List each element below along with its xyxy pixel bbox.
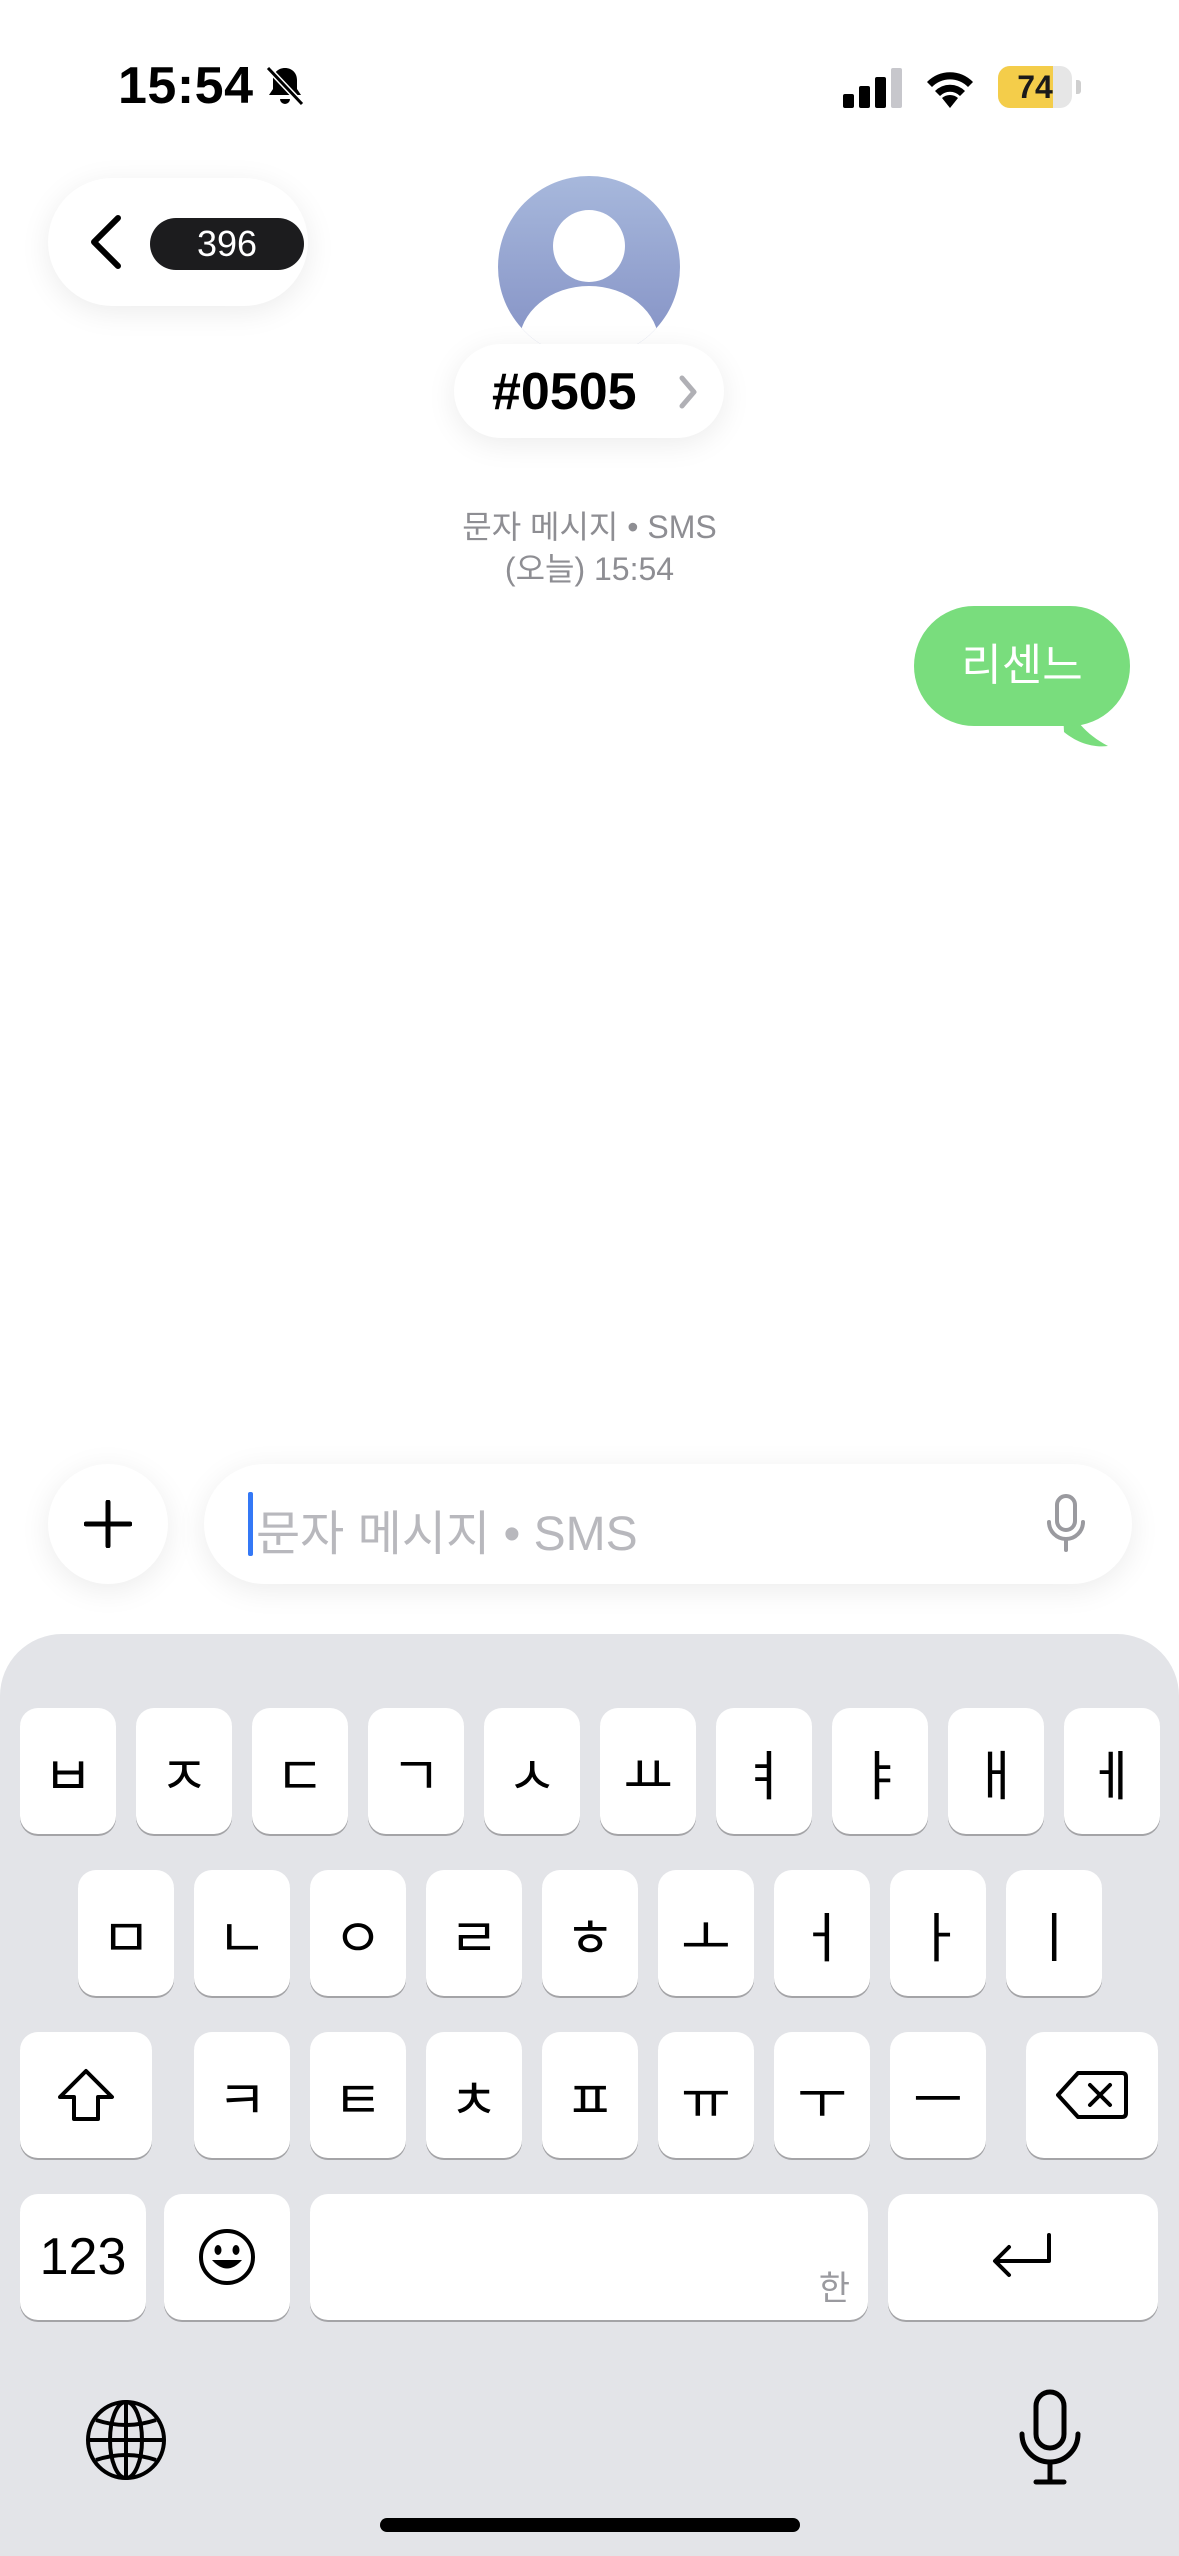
contact-avatar[interactable] [498, 176, 680, 358]
contact-name: #0505 [492, 363, 637, 421]
microphone-icon[interactable] [1044, 1494, 1088, 1554]
key-label: ㅠ [681, 2070, 731, 2131]
person-icon [519, 210, 659, 358]
key-row2-5[interactable]: ㅗ [658, 1870, 754, 1996]
key-row1-6[interactable]: ㅕ [716, 1708, 812, 1834]
globe-icon[interactable] [84, 2398, 168, 2482]
key-row1-7[interactable]: ㅑ [832, 1708, 928, 1834]
conversation-meta-date: (오늘) 15:54 [504, 551, 675, 587]
key-label: ㄴ [217, 1908, 267, 1969]
key-label: ㅅ [507, 1746, 557, 1807]
key-label: ㅋ [217, 2070, 267, 2131]
home-indicator[interactable] [380, 2518, 800, 2532]
key-label: ㅜ [797, 2070, 847, 2131]
key-row3-0[interactable]: ㅋ [194, 2032, 290, 2158]
bell-slash-icon [265, 65, 305, 107]
key-label: ㅇ [333, 1908, 383, 1969]
key-row3-6[interactable]: ㅡ [890, 2032, 986, 2158]
key-row3-1[interactable]: ㅌ [310, 2032, 406, 2158]
unread-count-badge: 396 [150, 218, 304, 270]
text-caret [248, 1492, 253, 1556]
key-label: ㅌ [333, 2070, 383, 2131]
key-label: ㄷ [275, 1746, 325, 1807]
key-row1-3[interactable]: ㄱ [368, 1708, 464, 1834]
key-row3-4[interactable]: ㅠ [658, 2032, 754, 2158]
key-label: ㅑ [855, 1746, 905, 1807]
space-key[interactable]: 한 [310, 2194, 868, 2320]
emoji-key[interactable] [164, 2194, 290, 2320]
key-label: ㄱ [391, 1746, 441, 1807]
key-row1-4[interactable]: ㅅ [484, 1708, 580, 1834]
key-label: ㅂ [43, 1746, 93, 1807]
key-row1-1[interactable]: ㅈ [136, 1708, 232, 1834]
key-row2-1[interactable]: ㄴ [194, 1870, 290, 1996]
battery-level: 74 [1017, 69, 1053, 105]
battery-icon: 74 [998, 66, 1084, 108]
shift-icon [58, 2069, 114, 2121]
emoji-icon [199, 2229, 255, 2285]
dictation-microphone-icon[interactable] [1016, 2388, 1084, 2488]
key-row2-6[interactable]: ㅓ [774, 1870, 870, 1996]
backspace-icon [1056, 2071, 1128, 2119]
status-time: 15:54 [118, 57, 254, 115]
add-attachment-button[interactable] [48, 1464, 168, 1584]
key-label: ㅕ [739, 1746, 789, 1807]
wifi-icon [927, 72, 973, 108]
key-row2-2[interactable]: ㅇ [310, 1870, 406, 1996]
key-label: ㅐ [971, 1746, 1021, 1807]
plus-icon [84, 1500, 132, 1548]
chevron-right-icon [679, 375, 697, 409]
message-input[interactable]: 문자 메시지 • SMS [204, 1464, 1132, 1584]
key-row2-3[interactable]: ㄹ [426, 1870, 522, 1996]
key-row2-4[interactable]: ㅎ [542, 1870, 638, 1996]
key-row2-8[interactable]: ㅣ [1006, 1870, 1102, 1996]
chevron-left-icon [91, 215, 121, 269]
key-row1-0[interactable]: ㅂ [20, 1708, 116, 1834]
key-label: ㅣ [1029, 1908, 1079, 1969]
message-bubble-sent[interactable]: 리센느 [914, 606, 1130, 726]
message-input-placeholder: 문자 메시지 • SMS [256, 1508, 638, 1561]
back-button[interactable]: 396 [48, 178, 308, 306]
return-icon [993, 2233, 1051, 2277]
key-row2-0[interactable]: ㅁ [78, 1870, 174, 1996]
key-label: ㅛ [623, 1746, 673, 1807]
key-label: ㅡ [913, 2070, 963, 2131]
key-row1-9[interactable]: ㅔ [1064, 1708, 1160, 1834]
numbers-key-label: 123 [39, 2228, 127, 2286]
key-label: ㅊ [449, 2070, 499, 2131]
key-label: ㅁ [101, 1908, 151, 1969]
cellular-signal-icon [843, 68, 902, 108]
numbers-key[interactable]: 123 [20, 2194, 146, 2320]
key-label: ㅈ [159, 1746, 209, 1807]
delete-key[interactable] [1026, 2032, 1158, 2158]
key-label: ㅓ [797, 1908, 847, 1969]
shift-key[interactable] [20, 2032, 152, 2158]
key-label: ㅔ [1087, 1746, 1137, 1807]
key-row1-5[interactable]: ㅛ [600, 1708, 696, 1834]
contact-name-button[interactable]: #0505 [454, 344, 724, 438]
key-row1-8[interactable]: ㅐ [948, 1708, 1044, 1834]
key-row3-5[interactable]: ㅜ [774, 2032, 870, 2158]
key-row1-2[interactable]: ㄷ [252, 1708, 348, 1834]
key-row3-2[interactable]: ㅊ [426, 2032, 522, 2158]
key-label: ㄹ [449, 1908, 499, 1969]
key-label: ㅍ [565, 2070, 615, 2131]
return-key[interactable] [888, 2194, 1158, 2320]
key-row3-3[interactable]: ㅍ [542, 2032, 638, 2158]
key-row2-7[interactable]: ㅏ [890, 1870, 986, 1996]
key-label: ㅗ [681, 1908, 731, 1969]
conversation-meta-type: 문자 메시지 • SMS [462, 509, 717, 545]
space-key-language-hint: 한 [818, 2270, 850, 2308]
key-label: ㅎ [565, 1908, 615, 1969]
key-label: ㅏ [913, 1908, 963, 1969]
